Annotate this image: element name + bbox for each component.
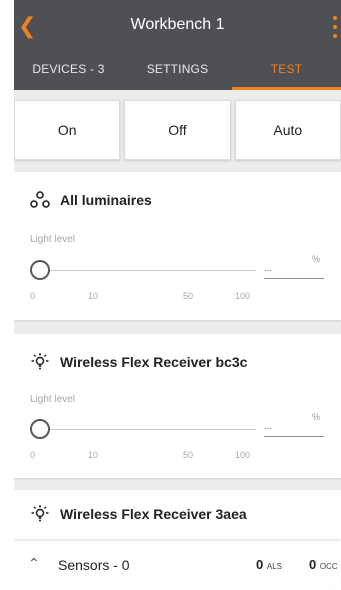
bulb-icon bbox=[30, 504, 50, 524]
card-title: Wireless Flex Receiver bc3c bbox=[60, 354, 248, 370]
tab-settings[interactable]: SETTINGS bbox=[123, 52, 232, 90]
occ-count: 0 bbox=[309, 557, 317, 572]
card-header: Wireless Flex Receiver 3aea bbox=[30, 504, 247, 524]
percent-unit: % bbox=[311, 412, 320, 422]
card-title: Wireless Flex Receiver 3aea bbox=[60, 506, 247, 522]
tick-label: 50 bbox=[183, 450, 194, 460]
slider-thumb[interactable] bbox=[30, 260, 50, 280]
card-receiver-bc3c: Wireless Flex Receiver bc3c Light level … bbox=[14, 334, 341, 478]
occ-label: OCC bbox=[319, 562, 338, 571]
bulb-icon bbox=[30, 352, 50, 372]
card-all-luminaires: All luminaires Light level 0 10 50 100 .… bbox=[14, 172, 341, 320]
card-title: All luminaires bbox=[60, 192, 152, 208]
light-level-label: Light level bbox=[30, 234, 76, 245]
occ-counter: 0 OCC bbox=[309, 557, 338, 572]
auto-button[interactable]: Auto bbox=[234, 100, 341, 160]
card-header: All luminaires bbox=[30, 190, 152, 210]
tab-bar: DEVICES - 3 SETTINGS TEST bbox=[14, 52, 341, 90]
tick-label: 100 bbox=[235, 450, 251, 460]
card-header: Wireless Flex Receiver bc3c bbox=[30, 352, 247, 372]
more-options-icon[interactable] bbox=[333, 16, 339, 38]
tick-label: 0 bbox=[30, 291, 36, 301]
percent-value: ... bbox=[264, 421, 273, 432]
tick-label: 10 bbox=[88, 291, 99, 301]
sensors-bar[interactable]: ⌃ Sensors - 0 0 ALS 0 OCC bbox=[14, 541, 341, 590]
light-level-slider[interactable] bbox=[30, 429, 256, 430]
percent-unit: % bbox=[311, 254, 320, 264]
chevron-up-icon[interactable]: ⌃ bbox=[28, 555, 40, 572]
als-counter: 0 ALS bbox=[256, 557, 282, 572]
app-screen: ❮ Workbench 1 DEVICES - 3 SETTINGS TEST … bbox=[14, 0, 341, 590]
luminaires-group-icon bbox=[30, 190, 50, 210]
light-level-slider[interactable] bbox=[30, 270, 256, 271]
slider-ticks: 0 10 50 100 bbox=[30, 291, 260, 303]
percent-value: ... bbox=[264, 263, 273, 274]
top-app-bar: ❮ Workbench 1 DEVICES - 3 SETTINGS TEST bbox=[14, 0, 341, 90]
tab-devices[interactable]: DEVICES - 3 bbox=[14, 52, 123, 90]
percent-input[interactable]: ... % bbox=[264, 254, 324, 279]
tick-label: 0 bbox=[30, 450, 36, 460]
tick-label: 10 bbox=[88, 450, 99, 460]
percent-input[interactable]: ... % bbox=[264, 412, 324, 437]
slider-thumb[interactable] bbox=[30, 419, 50, 439]
als-label: ALS bbox=[266, 562, 282, 571]
tab-test[interactable]: TEST bbox=[232, 52, 341, 90]
page-title: Workbench 1 bbox=[130, 16, 225, 33]
als-count: 0 bbox=[256, 557, 264, 572]
tick-label: 50 bbox=[183, 291, 194, 301]
light-level-label: Light level bbox=[30, 394, 76, 405]
mode-buttons: On Off Auto bbox=[14, 100, 341, 160]
slider-ticks: 0 10 50 100 bbox=[30, 450, 260, 462]
sensors-label: Sensors - 0 bbox=[58, 557, 130, 573]
off-button[interactable]: Off bbox=[124, 100, 231, 160]
on-button[interactable]: On bbox=[14, 100, 121, 160]
tick-label: 100 bbox=[235, 291, 251, 301]
